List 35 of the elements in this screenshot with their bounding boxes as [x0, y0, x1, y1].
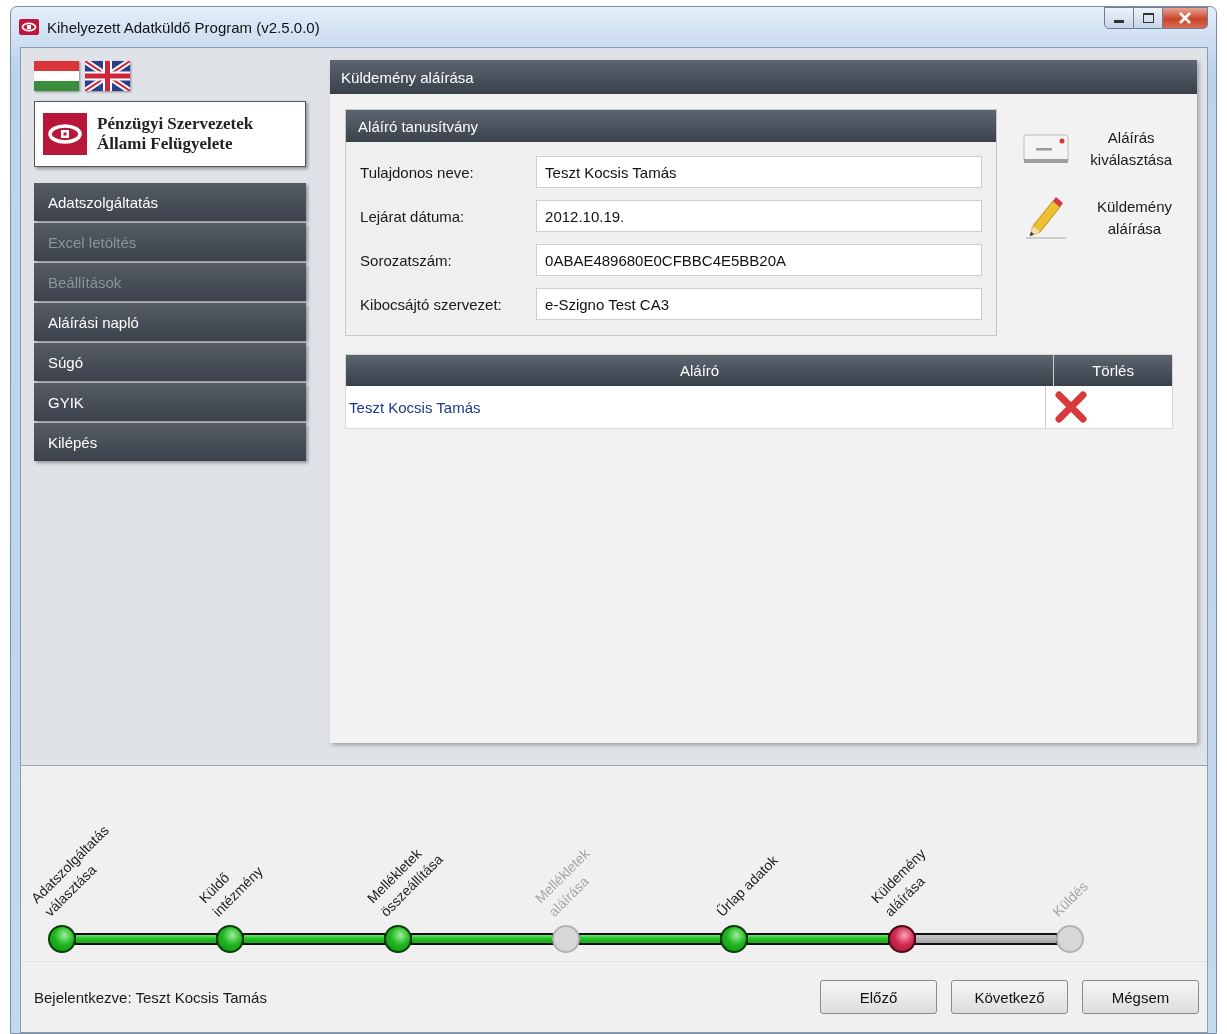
- menu-item[interactable]: Adatszolgáltatás: [34, 183, 307, 221]
- text-field[interactable]: Teszt Kocsis Tamás: [536, 156, 983, 188]
- british-flag-icon[interactable]: [85, 61, 130, 91]
- dialog-button[interactable]: Következő: [951, 980, 1068, 1014]
- status-text: Bejelentkezve: Teszt Kocsis Tamás: [34, 988, 267, 1006]
- dialog-button[interactable]: Mégsem: [1082, 980, 1199, 1014]
- text-field[interactable]: 2012.10.19.: [536, 200, 983, 232]
- column-header: Aláíró: [678, 361, 721, 381]
- menu-item[interactable]: Aláírási napló: [34, 303, 307, 341]
- text-field[interactable]: 0ABAE489680E0CFBBC4E5BB20A: [536, 244, 983, 276]
- field-label: Lejárat dátuma:: [360, 207, 466, 225]
- menu-item[interactable]: Kilépés: [34, 423, 307, 461]
- group-title: Aláíró tanusítvány: [346, 110, 997, 142]
- action-button[interactable]: Küldemény aláírása: [1022, 195, 1172, 241]
- logo-text: Pénzügyi Szervezetek Állami Felügyelete: [97, 114, 254, 154]
- text-field[interactable]: e-Szigno Test CA3: [536, 288, 983, 320]
- delete-icon[interactable]: [1054, 390, 1089, 424]
- hungarian-flag-icon[interactable]: [34, 61, 79, 91]
- close-button[interactable]: [1163, 7, 1208, 29]
- field-label: Sorozatszám:: [360, 251, 453, 269]
- close-icon: [1178, 12, 1192, 24]
- logo-icon: [43, 113, 87, 155]
- action-button[interactable]: Aláírás kiválasztása: [1022, 127, 1172, 171]
- field-label: Kibocsájtó szervezet:: [360, 295, 503, 313]
- minimize-button[interactable]: [1104, 7, 1134, 29]
- window-title: Kihelyezett Adatküldő Program (v2.5.0.0): [47, 18, 320, 36]
- menu-item[interactable]: Súgó: [34, 343, 307, 381]
- signer-link[interactable]: Teszt Kocsis Tamás: [349, 398, 481, 416]
- field-label: Tulajdonos neve:: [360, 163, 475, 181]
- dialog-button[interactable]: Előző: [820, 980, 937, 1014]
- menu-item[interactable]: GYIK: [34, 383, 307, 421]
- app-icon: [19, 19, 39, 35]
- column-header: Törlés: [1053, 355, 1173, 386]
- panel-title: Küldemény aláírása: [330, 60, 1197, 94]
- maximize-button[interactable]: [1134, 7, 1163, 29]
